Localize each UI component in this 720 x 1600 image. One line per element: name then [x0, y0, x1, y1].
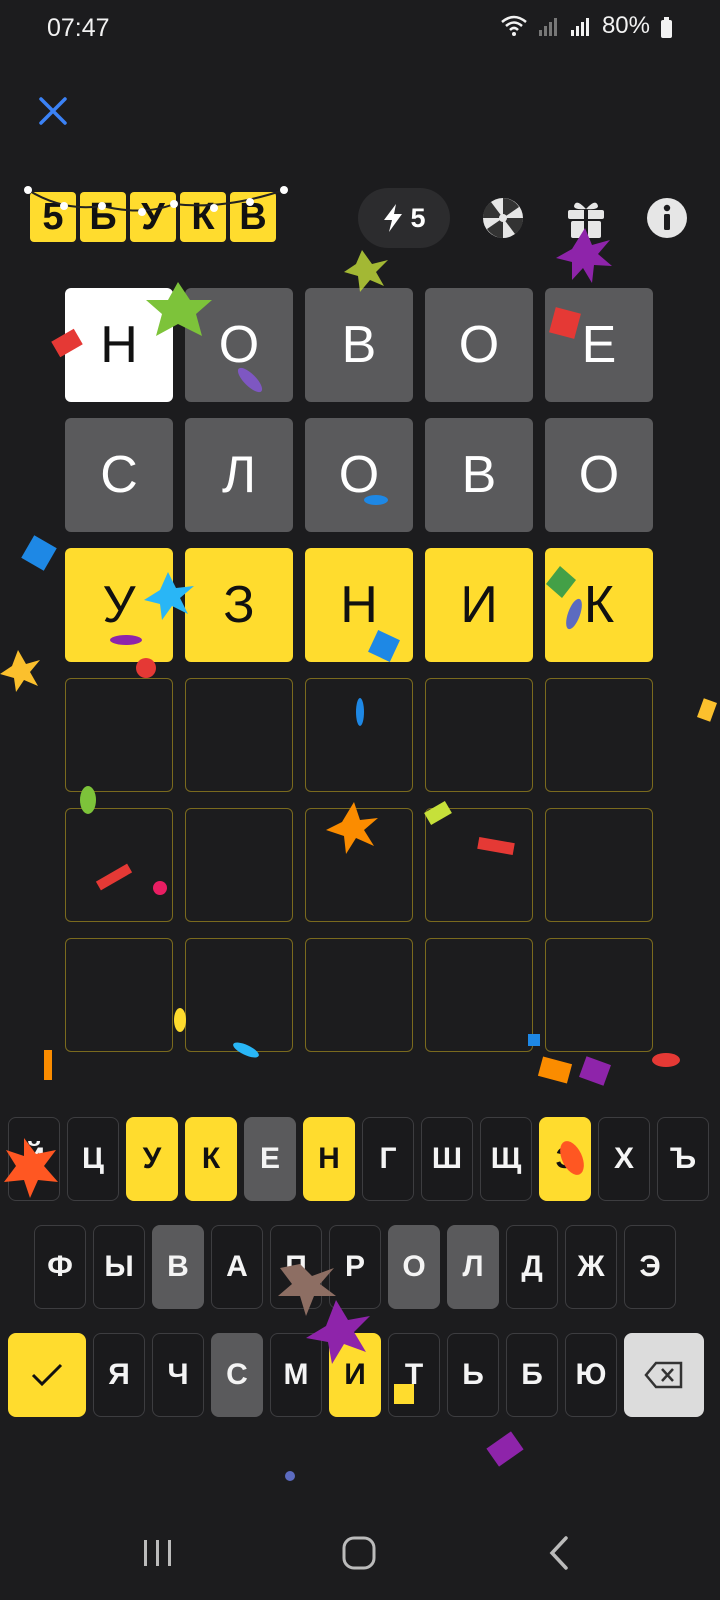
energy-counter[interactable]: 5	[358, 188, 450, 248]
key-Ю[interactable]: Ю	[565, 1333, 617, 1417]
key-К[interactable]: К	[185, 1117, 237, 1201]
grid-cell: Н	[305, 548, 413, 662]
grid-cell	[545, 938, 653, 1052]
info-icon[interactable]	[645, 196, 689, 240]
grid-cell	[545, 808, 653, 922]
navigation-bar	[0, 1510, 720, 1600]
key-С[interactable]: С	[211, 1333, 263, 1417]
key-Н[interactable]: Н	[303, 1117, 355, 1201]
key-В[interactable]: В	[152, 1225, 204, 1309]
grid-cell: О	[425, 288, 533, 402]
grid-cell: С	[65, 418, 173, 532]
home-icon[interactable]	[338, 1532, 382, 1576]
grid-cell: Н	[65, 288, 173, 402]
backspace-icon	[644, 1361, 683, 1389]
key-Л[interactable]: Л	[447, 1225, 499, 1309]
gift-icon[interactable]	[564, 196, 608, 240]
key-И[interactable]: И	[329, 1333, 381, 1417]
grid-cell: И	[425, 548, 533, 662]
grid-cell	[65, 808, 173, 922]
battery-percent: 80%	[601, 12, 650, 39]
key-Ф[interactable]: Ф	[34, 1225, 86, 1309]
close-icon[interactable]	[36, 94, 70, 128]
status-icons: 80%	[500, 12, 662, 40]
key-Я[interactable]: Я	[93, 1333, 145, 1417]
key-М[interactable]: М	[270, 1333, 322, 1417]
energy-count: 5	[410, 202, 426, 233]
energy-bolt-icon	[384, 204, 403, 232]
keyboard-row-1: ЙЦУКЕНГШЩЗХЪ	[8, 1117, 709, 1201]
wifi-icon	[501, 15, 527, 36]
key-Х[interactable]: Х	[598, 1117, 650, 1201]
wheel-icon[interactable]	[481, 196, 525, 240]
key-Щ[interactable]: Щ	[480, 1117, 532, 1201]
grid-cell	[425, 938, 533, 1052]
grid-cell: З	[185, 548, 293, 662]
grid-cell: В	[425, 418, 533, 532]
check-icon	[31, 1363, 63, 1387]
grid-cell	[425, 678, 533, 792]
grid-cell: Е	[545, 288, 653, 402]
key-Г[interactable]: Г	[362, 1117, 414, 1201]
key-Д[interactable]: Д	[506, 1225, 558, 1309]
grid-cell	[305, 678, 413, 792]
key-Т[interactable]: Т	[388, 1333, 440, 1417]
key-А[interactable]: А	[211, 1225, 263, 1309]
grid-cell: О	[305, 418, 413, 532]
grid-cell: Л	[185, 418, 293, 532]
key-Р[interactable]: Р	[329, 1225, 381, 1309]
grid-cell	[185, 938, 293, 1052]
grid-cell: В	[305, 288, 413, 402]
key-Й[interactable]: Й	[8, 1117, 60, 1201]
key-Е[interactable]: Е	[244, 1117, 296, 1201]
key-У[interactable]: У	[126, 1117, 178, 1201]
key-Э[interactable]: Э	[624, 1225, 676, 1309]
grid-cell	[65, 678, 173, 792]
guess-grid: НОВОЕСЛОВОУЗНИК	[65, 288, 657, 1052]
key-Ъ[interactable]: Ъ	[657, 1117, 709, 1201]
backspace-button[interactable]	[624, 1333, 704, 1417]
key-Б[interactable]: Б	[506, 1333, 558, 1417]
key-Ы[interactable]: Ы	[93, 1225, 145, 1309]
signal-icon	[538, 18, 557, 36]
grid-cell: У	[65, 548, 173, 662]
key-Ц[interactable]: Ц	[67, 1117, 119, 1201]
grid-cell	[305, 808, 413, 922]
signal-roaming-icon	[570, 18, 589, 36]
battery-icon	[661, 17, 672, 38]
keyboard-row-3: ЯЧСМИТЬБЮ	[8, 1333, 704, 1417]
grid-cell	[65, 938, 173, 1052]
grid-cell: К	[545, 548, 653, 662]
grid-cell	[545, 678, 653, 792]
back-icon[interactable]	[540, 1532, 584, 1576]
grid-cell	[305, 938, 413, 1052]
grid-cell: О	[185, 288, 293, 402]
key-Ж[interactable]: Ж	[565, 1225, 617, 1309]
submit-button[interactable]	[8, 1333, 86, 1417]
grid-cell	[185, 678, 293, 792]
key-Ч[interactable]: Ч	[152, 1333, 204, 1417]
key-П[interactable]: П	[270, 1225, 322, 1309]
recent-apps-icon[interactable]	[136, 1532, 180, 1576]
key-З[interactable]: З	[539, 1117, 591, 1201]
key-Ш[interactable]: Ш	[421, 1117, 473, 1201]
key-О[interactable]: О	[388, 1225, 440, 1309]
grid-cell	[185, 808, 293, 922]
status-time: 07:47	[47, 14, 110, 42]
grid-cell: О	[545, 418, 653, 532]
app-logo: 5 Б У К В	[24, 186, 288, 242]
grid-cell	[425, 808, 533, 922]
key-Ь[interactable]: Ь	[447, 1333, 499, 1417]
status-bar: 07:47 80%	[0, 0, 720, 56]
garland-lights-icon	[24, 186, 288, 216]
keyboard-row-2: ФЫВАПРОЛДЖЭ	[34, 1225, 676, 1309]
